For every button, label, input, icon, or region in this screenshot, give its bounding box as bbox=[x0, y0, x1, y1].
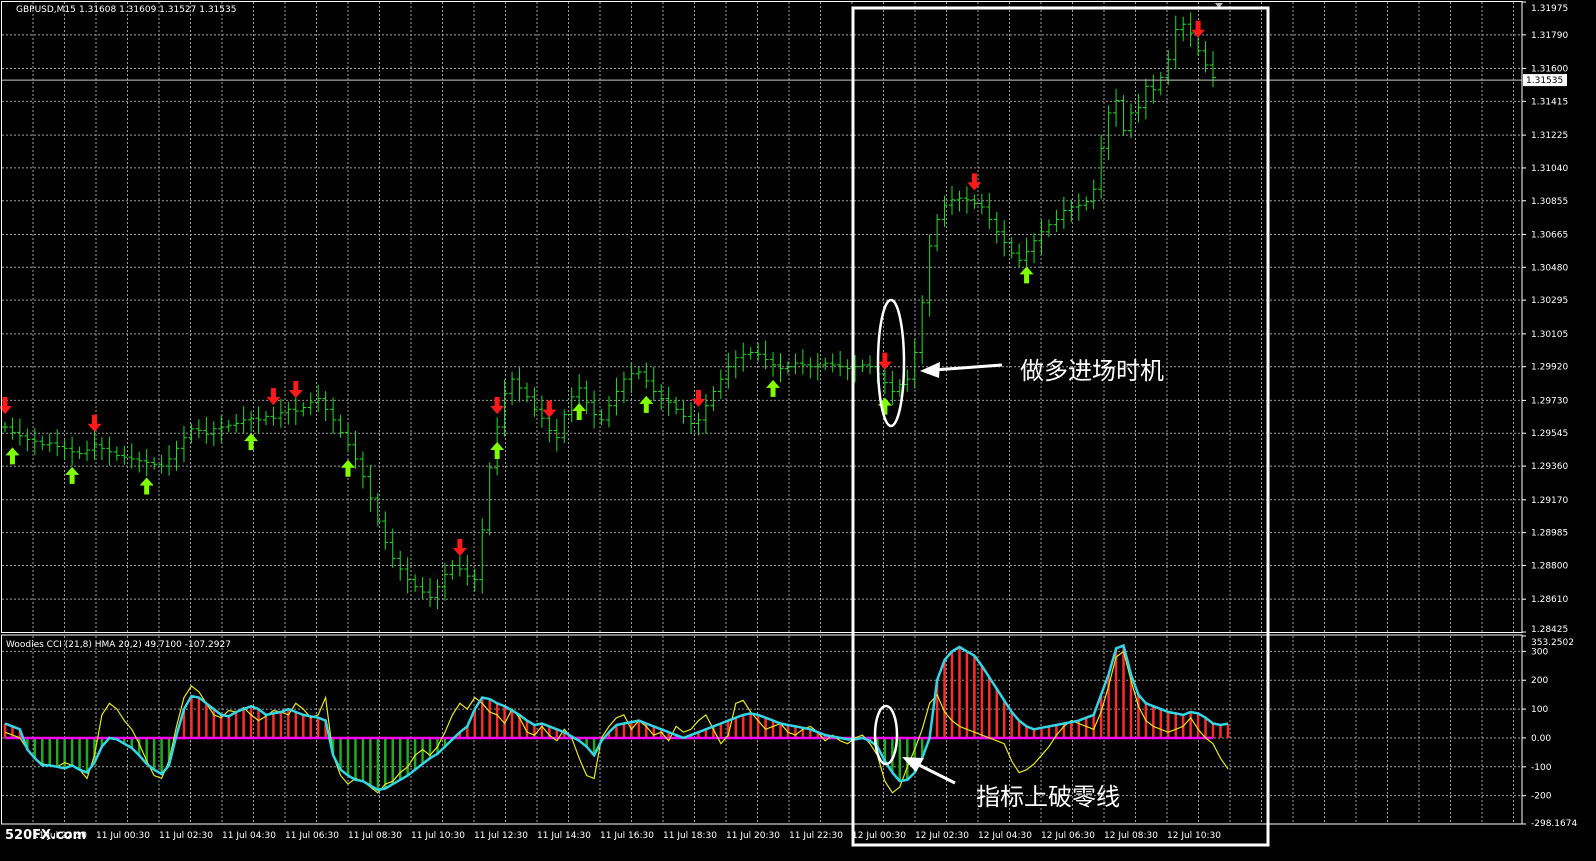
price-tick-label: 1.31975 bbox=[1531, 4, 1568, 14]
time-axis-label: 11 Jul 02:30 bbox=[159, 831, 213, 841]
zero-break-annotation: 指标上破零线 bbox=[976, 783, 1120, 811]
time-axis-label: 11 Jul 14:30 bbox=[537, 831, 591, 841]
indicator-label: Woodies CCI (21,8) HMA 20,2) 49.7100 -10… bbox=[6, 640, 231, 650]
trading-chart[interactable]: 1.31975 1.31790 1.31600 1.31415 1.31225 1.310… bbox=[0, 0, 1596, 861]
cci-tick-label: 100 bbox=[1531, 705, 1548, 715]
price-tick-label: 1.30665 bbox=[1531, 230, 1568, 240]
price-tick-label: 1.29170 bbox=[1531, 496, 1568, 506]
price-tick-label: 1.28610 bbox=[1531, 595, 1568, 605]
time-axis-label: 12 Jul 10:30 bbox=[1167, 831, 1221, 841]
time-axis-label: 11 Jul 04:30 bbox=[222, 831, 276, 841]
price-tick-label: 1.29920 bbox=[1531, 363, 1568, 373]
price-tick-label: 1.30105 bbox=[1531, 330, 1568, 340]
time-axis-label: 12 Jul 00:30 bbox=[852, 831, 906, 841]
cci-tick-label: -298.1674 bbox=[1531, 819, 1577, 829]
watermark: 520FX.com bbox=[5, 828, 86, 843]
time-axis-label: 11 Jul 08:30 bbox=[348, 831, 402, 841]
current-price-label: 1.31535 bbox=[1526, 76, 1563, 86]
time-axis-label: 11 Jul 10:30 bbox=[411, 831, 465, 841]
price-tick-label: 1.30295 bbox=[1531, 296, 1568, 306]
cci-tick-label: -100 bbox=[1531, 763, 1552, 773]
price-tick-label: 1.31600 bbox=[1531, 65, 1568, 75]
time-axis-label: 12 Jul 06:30 bbox=[1041, 831, 1095, 841]
cci-tick-label: 0.00 bbox=[1531, 734, 1551, 744]
chart-background bbox=[0, 0, 1596, 861]
price-tick-label: 1.28985 bbox=[1531, 529, 1568, 539]
price-tick-label: 1.29545 bbox=[1531, 429, 1568, 439]
time-axis-label: 12 Jul 02:30 bbox=[915, 831, 969, 841]
time-axis-label: 11 Jul 22:30 bbox=[789, 831, 843, 841]
price-tick-label: 1.31225 bbox=[1531, 131, 1568, 141]
cci-tick-label: 300 bbox=[1531, 647, 1548, 657]
price-tick-label: 1.30480 bbox=[1531, 263, 1568, 273]
cci-tick-label: 200 bbox=[1531, 676, 1548, 686]
time-axis-label: 11 Jul 12:30 bbox=[474, 831, 528, 841]
price-tick-label: 1.31040 bbox=[1531, 164, 1568, 174]
long-entry-annotation: 做多进场时机 bbox=[1020, 357, 1164, 385]
price-tick-label: 1.30855 bbox=[1531, 197, 1568, 207]
time-axis-label: 12 Jul 08:30 bbox=[1104, 831, 1158, 841]
time-axis-label: 12 Jul 04:30 bbox=[978, 831, 1032, 841]
cci-tick-label: -200 bbox=[1531, 792, 1552, 802]
symbol-label: GBPUSD,M15 bbox=[16, 5, 76, 15]
price-tick-label: 1.29730 bbox=[1531, 396, 1568, 406]
price-tick-label: 1.31415 bbox=[1531, 97, 1568, 107]
ohlc-label: 1.31608 1.31609 1.31527 1.31535 bbox=[79, 5, 236, 15]
time-axis-label: 11 Jul 06:30 bbox=[285, 831, 339, 841]
time-axis-label: 11 Jul 00:30 bbox=[96, 831, 150, 841]
time-axis-label: 11 Jul 20:30 bbox=[726, 831, 780, 841]
price-tick-label: 1.28800 bbox=[1531, 561, 1568, 571]
price-tick-label: 1.31790 bbox=[1531, 31, 1568, 41]
price-tick-label: 1.28425 bbox=[1531, 625, 1568, 635]
price-tick-label: 1.29360 bbox=[1531, 462, 1568, 472]
time-axis-label: 11 Jul 18:30 bbox=[663, 831, 717, 841]
time-axis-label: 11 Jul 16:30 bbox=[600, 831, 654, 841]
